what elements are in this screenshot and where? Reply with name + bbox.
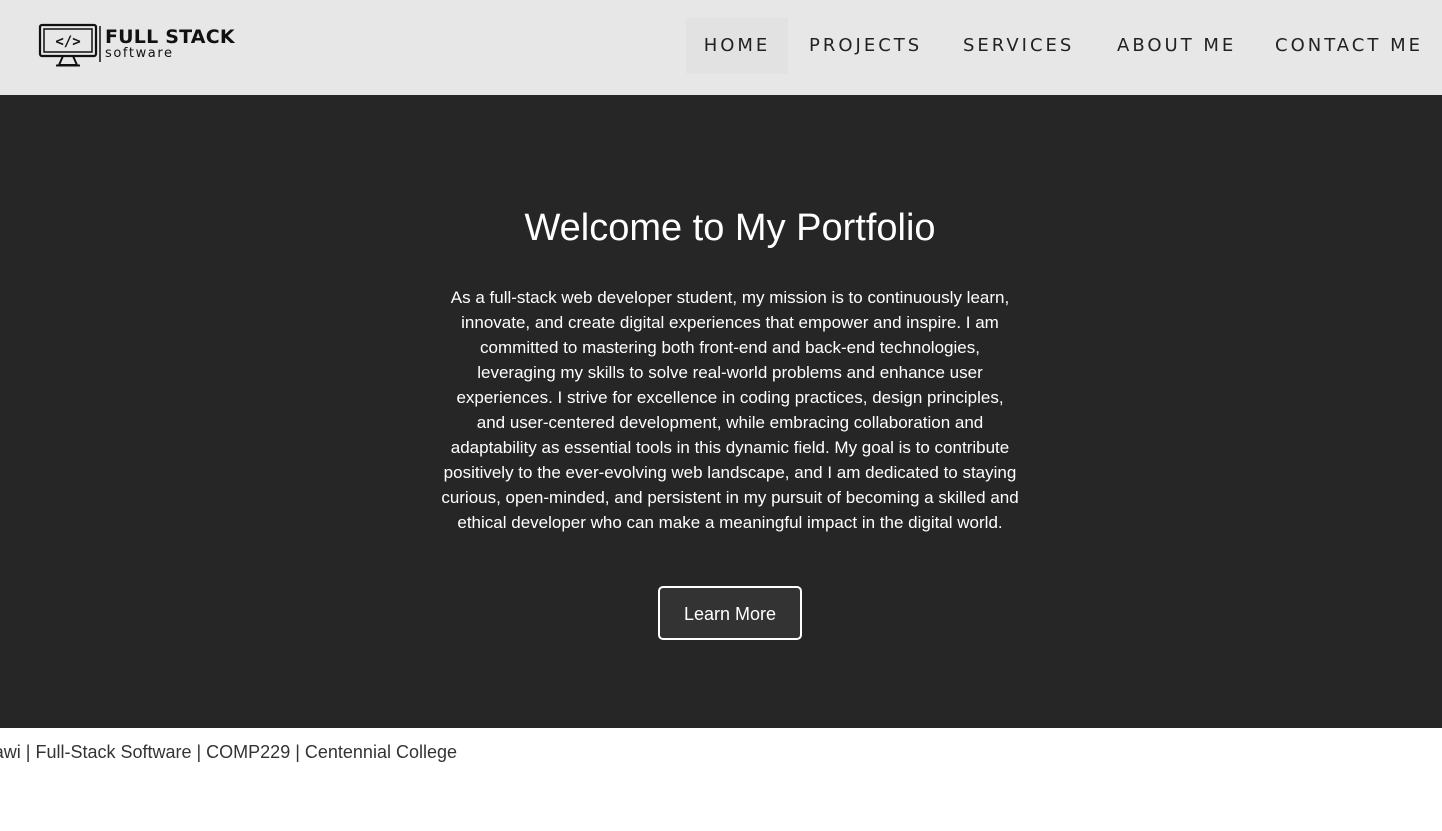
brand-subtitle: software [105,46,174,61]
brand-title: FULL STACK [105,26,235,48]
hero-title: Welcome to My Portfolio [524,207,936,249]
hero-section: Welcome to My Portfolio As a full-stack … [0,95,1442,728]
site-footer: bawi | Full-Stack Software | COMP229 | C… [0,728,1442,831]
footer-text: bawi | Full-Stack Software | COMP229 | C… [0,742,457,762]
nav-home[interactable]: HOME [686,18,788,74]
nav-projects[interactable]: PROJECTS [809,18,922,74]
site-header: </> FULL STACK software HOME PROJECTS SE… [0,0,1442,95]
nav-services[interactable]: SERVICES [963,18,1074,74]
brand-logo[interactable]: </> FULL STACK software [38,22,253,68]
nav-contact-me[interactable]: CONTACT ME [1275,18,1423,74]
nav-about-me[interactable]: ABOUT ME [1117,18,1236,74]
hero-mission-text: As a full-stack web developer student, m… [441,288,1019,532]
learn-more-button[interactable]: Learn More [658,586,802,640]
svg-text:</>: </> [55,34,80,50]
monitor-code-icon: </> [38,23,101,67]
